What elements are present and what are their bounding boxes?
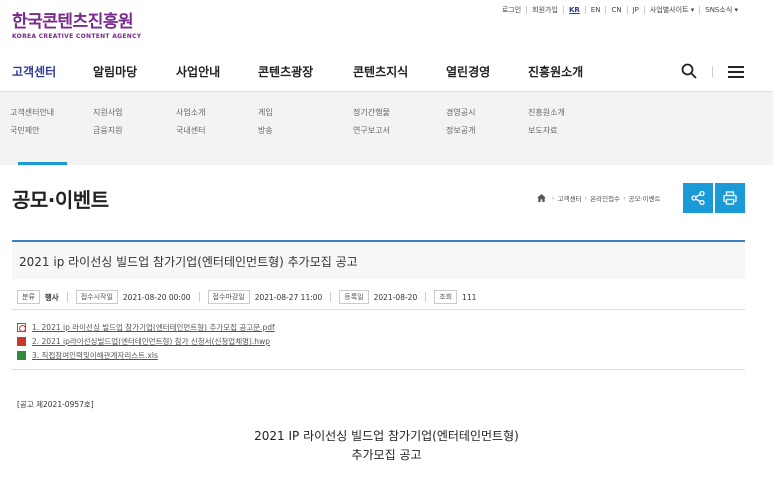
nav-item-open-management[interactable]: 열린경영 <box>446 63 490 80</box>
print-icon <box>723 191 737 205</box>
submenu-item[interactable]: 국내센터 <box>176 122 205 140</box>
nav-item-content-plaza[interactable]: 콘텐츠광장 <box>258 63 313 80</box>
submenu-item[interactable]: 고객센터안내 <box>10 104 54 122</box>
submenu-panel: 고객센터안내 국민제안 지원사업 금융지원 사업소개 국내센터 게임 방송 정기… <box>0 91 773 165</box>
lang-kr-link[interactable]: KR <box>562 6 585 14</box>
submenu-item[interactable]: 경영공시 <box>446 104 475 122</box>
site-logo[interactable]: 한국콘텐츠진흥원 KOREA CREATIVE CONTENT AGENCY <box>12 12 141 40</box>
meta-divider <box>330 292 332 302</box>
submenu-item[interactable]: 금융지원 <box>93 122 122 140</box>
nav-item-customer-center[interactable]: 고객센터 <box>12 63 56 80</box>
attachment-name: 2. 2021 ip라이선싱빌드업(엔터테인먼트형) 참가 신청서(신청업체명)… <box>32 336 270 346</box>
submenu-item[interactable]: 정기간행물 <box>353 104 390 122</box>
attachment-name: 3. 직접참여인력및이해관계자리스트.xls <box>32 350 158 360</box>
chevron-right-icon: › <box>623 194 626 202</box>
submenu-column: 진흥원소개 보도자료 <box>528 104 565 140</box>
submenu-item[interactable]: 진흥원소개 <box>528 104 565 122</box>
meta-views-label: 조회 <box>434 290 458 304</box>
business-sites-dropdown[interactable]: 사업별사이트 ▾ <box>643 6 699 14</box>
logo-korean-text: 한국콘텐츠진흥원 <box>12 12 134 32</box>
submenu-item[interactable]: 보도자료 <box>528 122 565 140</box>
login-link[interactable]: 로그인 <box>497 6 526 14</box>
submenu-item[interactable]: 방송 <box>258 122 273 140</box>
menu-icon[interactable] <box>728 66 744 78</box>
submenu-column: 게임 방송 <box>258 104 273 140</box>
attachment-list: 1. 2021 ip 라이선싱 빌드업 참가기업(엔터테인먼트형) 추가모집 공… <box>17 321 275 363</box>
article-title: 2021 ip 라이선싱 빌드업 참가기업(엔터테인먼트형) 추가모집 공고 <box>19 255 358 269</box>
submenu-item[interactable]: 지원사업 <box>93 104 122 122</box>
breadcrumb-item[interactable]: 온라인접수 <box>590 193 620 203</box>
share-icon <box>691 191 705 205</box>
meta-start-value: 2021-08-20 00:00 <box>122 292 191 302</box>
notice-number: [공고 제2021-0957호] <box>17 400 94 409</box>
article-meta: 분류 행사 접수시작일 2021-08-20 00:00 접수마감일 2021-… <box>17 290 484 304</box>
main-navigation: 고객센터 알림마당 사업안내 콘텐츠광장 콘텐츠지식 열린경영 진흥원소개 <box>0 63 773 89</box>
breadcrumb-item[interactable]: 공모·이벤트 <box>629 193 661 203</box>
meta-category-label: 분류 <box>17 290 40 304</box>
submenu-column: 정기간행물 연구보고서 <box>353 104 390 140</box>
nav-item-business[interactable]: 사업안내 <box>176 63 220 80</box>
sns-dropdown[interactable]: SNS소식 ▾ <box>699 6 743 14</box>
lang-en-link[interactable]: EN <box>584 6 606 14</box>
attachment-link[interactable]: 3. 직접참여인력및이해관계자리스트.xls <box>17 349 275 361</box>
submenu-column: 고객센터안내 국민제안 <box>10 104 54 140</box>
submenu-item[interactable]: 사업소개 <box>176 104 205 122</box>
submenu-column: 경영공시 정보공개 <box>446 104 475 140</box>
submenu-item[interactable]: 연구보고서 <box>353 122 390 140</box>
meta-end-value: 2021-08-27 11:00 <box>254 292 323 302</box>
attachment-link[interactable]: 1. 2021 ip 라이선싱 빌드업 참가기업(엔터테인먼트형) 추가모집 공… <box>17 321 275 333</box>
chevron-right-icon: › <box>552 194 555 202</box>
meta-category-value: 행사 <box>44 292 59 302</box>
submenu-item[interactable]: 정보공개 <box>446 122 475 140</box>
search-icon[interactable] <box>681 63 697 79</box>
nav-item-content-knowledge[interactable]: 콘텐츠지식 <box>353 63 408 80</box>
submenu-column: 사업소개 국내센터 <box>176 104 205 140</box>
nav-item-notice[interactable]: 알림마당 <box>93 63 137 80</box>
submenu-item[interactable]: 게임 <box>258 104 273 122</box>
meta-start-label: 접수시작일 <box>75 290 118 304</box>
lang-cn-link[interactable]: CN <box>605 6 626 14</box>
divider-line <box>12 369 745 370</box>
submenu-item[interactable]: 국민제안 <box>10 122 54 140</box>
print-button[interactable] <box>715 183 745 213</box>
breadcrumb-item[interactable]: 고객센터 <box>558 193 582 203</box>
meta-divider <box>198 292 200 302</box>
body-title-line: 추가모집 공고 <box>351 448 422 462</box>
pdf-icon <box>17 322 26 332</box>
meta-divider <box>66 292 68 302</box>
divider-line <box>12 309 745 310</box>
utility-bar: 로그인 회원가입 KR EN CN JP 사업별사이트 ▾ SNS소식 ▾ <box>497 6 743 14</box>
logo-english-text: KOREA CREATIVE CONTENT AGENCY <box>12 33 142 40</box>
meta-reg-value: 2021-08-20 <box>373 292 418 302</box>
meta-reg-label: 등록일 <box>339 290 369 304</box>
signup-link[interactable]: 회원가입 <box>526 6 563 14</box>
nav-item-about[interactable]: 진흥원소개 <box>528 63 583 80</box>
page-title: 공모·이벤트 <box>12 188 109 212</box>
hwp-icon <box>17 336 26 346</box>
meta-divider <box>425 292 427 302</box>
article-body-title: 2021 IP 라이선싱 빌드업 참가기업(엔터테인먼트형) 추가모집 공고 <box>0 427 773 465</box>
meta-views-value: 111 <box>462 292 477 302</box>
meta-end-label: 접수마감일 <box>207 290 250 304</box>
xls-icon <box>17 350 26 360</box>
attachment-name: 1. 2021 ip 라이선싱 빌드업 참가기업(엔터테인먼트형) 추가모집 공… <box>32 322 275 332</box>
submenu-column: 지원사업 금융지원 <box>93 104 122 140</box>
body-title-line: 2021 IP 라이선싱 빌드업 참가기업(엔터테인먼트형) <box>254 429 519 443</box>
attachment-link[interactable]: 2. 2021 ip라이선싱빌드업(엔터테인먼트형) 참가 신청서(신청업체명)… <box>17 335 275 347</box>
breadcrumb: › 고객센터 › 온라인접수 › 공모·이벤트 <box>537 193 661 203</box>
home-icon[interactable] <box>537 194 546 202</box>
nav-divider <box>712 66 713 77</box>
chevron-right-icon: › <box>584 194 588 202</box>
lang-jp-link[interactable]: JP <box>626 6 644 14</box>
active-menu-indicator <box>18 162 67 165</box>
article-header: 2021 ip 라이선싱 빌드업 참가기업(엔터테인먼트형) 추가모집 공고 <box>12 240 745 279</box>
share-button[interactable] <box>683 183 713 213</box>
